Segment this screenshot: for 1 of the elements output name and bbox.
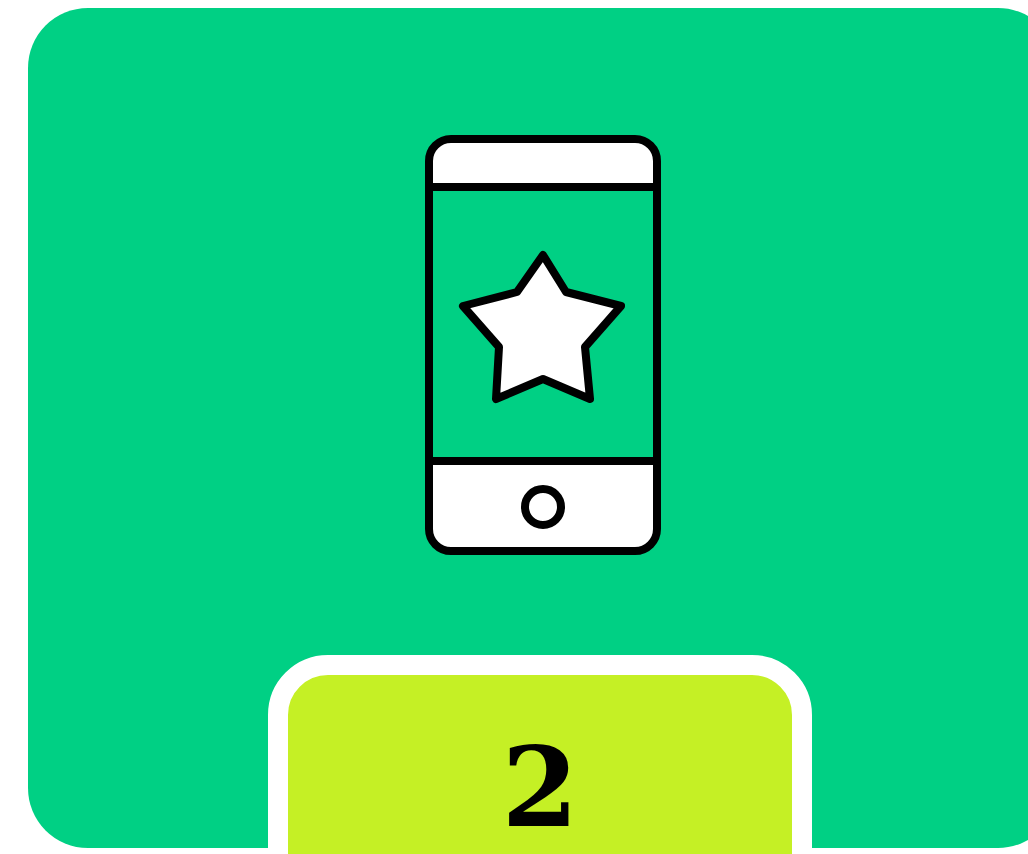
badge-number: 2 bbox=[501, 733, 579, 854]
